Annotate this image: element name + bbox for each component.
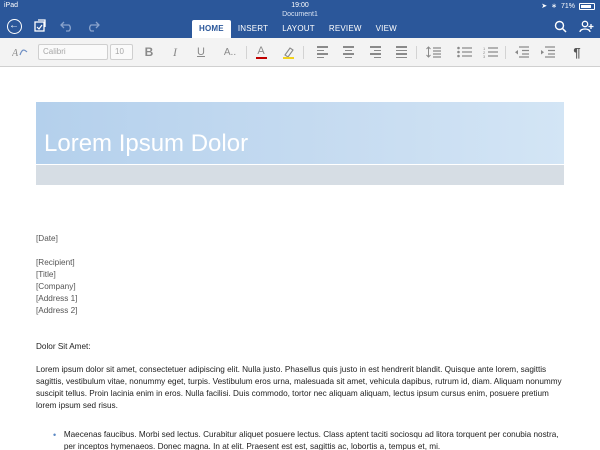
document-heading[interactable]: Lorem Ipsum Dolor xyxy=(44,130,248,158)
tab-layout[interactable]: LAYOUT xyxy=(275,20,322,38)
ribbon-tabs: HOME INSERT LAYOUT REVIEW VIEW xyxy=(192,20,404,38)
save-icon[interactable] xyxy=(31,17,49,35)
toolbar-divider xyxy=(246,46,247,59)
back-icon[interactable]: ← xyxy=(5,17,23,35)
formatting-toolbar: A Calibri 10 B I U A.. A 123 ¶ xyxy=(0,38,600,67)
align-right-icon[interactable] xyxy=(367,43,383,61)
company-placeholder[interactable]: [Company] xyxy=(36,281,77,293)
status-bar: iPad 19:00 ➤ ∗ 71% xyxy=(0,0,600,11)
decrease-indent-icon[interactable] xyxy=(512,43,530,61)
font-color-button[interactable]: A xyxy=(253,43,269,61)
svg-text:3: 3 xyxy=(483,54,486,58)
list-item[interactable]: • Maecenas faucibus. Morbi sed lectus. C… xyxy=(53,429,561,450)
tab-home[interactable]: HOME xyxy=(192,20,231,38)
battery-percent: 71% xyxy=(560,2,575,10)
font-name-field[interactable]: Calibri xyxy=(38,44,108,60)
numbered-list-icon[interactable]: 123 xyxy=(481,43,499,61)
italic-button[interactable]: I xyxy=(167,43,183,61)
font-color-glyph: A xyxy=(257,44,265,57)
highlight-icon[interactable] xyxy=(280,43,296,61)
align-center-icon[interactable] xyxy=(340,43,356,61)
svg-text:A: A xyxy=(12,48,19,58)
toolbar-divider xyxy=(505,46,506,59)
location-icon: ➤ xyxy=(541,3,548,10)
recipient-placeholder[interactable]: [Recipient] xyxy=(36,257,77,269)
bullet-text: Maecenas faucibus. Morbi sed lectus. Cur… xyxy=(63,430,559,450)
battery-icon xyxy=(579,2,595,10)
bullet-list-icon[interactable] xyxy=(455,43,473,61)
share-user-icon[interactable] xyxy=(577,17,595,35)
justify-icon[interactable] xyxy=(393,43,409,61)
text-styles-icon[interactable]: A xyxy=(10,43,30,61)
toolbar-divider xyxy=(416,46,417,59)
address2-placeholder[interactable]: [Address 2] xyxy=(36,305,77,317)
ribbon: iPad 19:00 ➤ ∗ 71% Document1 ← HOME INSE… xyxy=(0,0,600,38)
document-page[interactable]: Lorem Ipsum Dolor [Date] [Recipient] [Ti… xyxy=(0,67,600,450)
title-banner: Lorem Ipsum Dolor xyxy=(36,102,564,164)
increase-indent-icon[interactable] xyxy=(538,43,556,61)
title-placeholder[interactable]: [Title] xyxy=(36,269,77,281)
salutation[interactable]: Dolor Sit Amet: xyxy=(36,341,91,353)
status-right: ➤ ∗ 71% xyxy=(541,2,595,10)
bluetooth-icon: ∗ xyxy=(551,3,557,10)
search-icon[interactable] xyxy=(551,17,569,35)
redo-icon[interactable] xyxy=(84,17,102,35)
subtitle-band xyxy=(36,165,564,185)
bullet-icon: • xyxy=(53,430,57,440)
date-placeholder[interactable]: [Date] xyxy=(36,233,58,245)
font-effects-button[interactable]: A.. xyxy=(219,43,241,61)
tab-view[interactable]: VIEW xyxy=(369,20,404,38)
undo-icon[interactable] xyxy=(58,17,76,35)
tab-review[interactable]: REVIEW xyxy=(322,20,369,38)
underline-button[interactable]: U xyxy=(193,43,209,61)
clock: 19:00 xyxy=(291,2,309,9)
line-spacing-icon[interactable] xyxy=(424,43,442,61)
recipient-block: [Recipient] [Title] [Company] [Address 1… xyxy=(36,257,77,317)
show-formatting-button[interactable]: ¶ xyxy=(569,43,585,61)
tab-insert[interactable]: INSERT xyxy=(231,20,275,38)
address1-placeholder[interactable]: [Address 1] xyxy=(36,293,77,305)
body-paragraph[interactable]: Lorem ipsum dolor sit amet, consectetuer… xyxy=(36,364,564,412)
toolbar-divider xyxy=(303,46,304,59)
align-left-icon[interactable] xyxy=(314,43,330,61)
font-size-field[interactable]: 10 xyxy=(110,44,133,60)
bold-button[interactable]: B xyxy=(141,43,157,61)
